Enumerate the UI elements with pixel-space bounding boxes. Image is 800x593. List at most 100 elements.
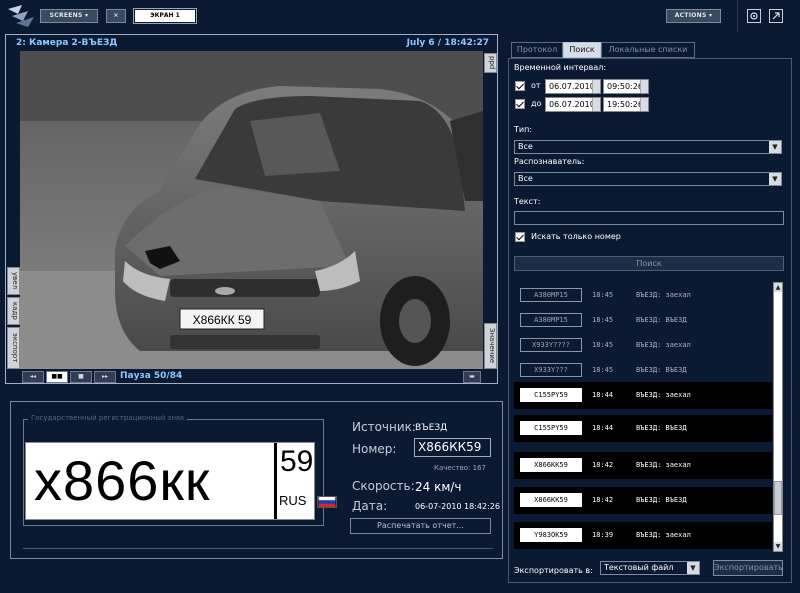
export-format-select[interactable]: Текстовый файл ▼	[600, 561, 700, 575]
list-item[interactable]: X866KK59 18:42 ВЪЕЗД: заехал	[514, 452, 772, 479]
search-panel: Протокол Поиск Локальные списки Временно…	[508, 38, 792, 583]
result-plate: X933Y???	[520, 363, 582, 377]
results-scrollbar[interactable]: ▲ ▼	[773, 282, 783, 552]
tab-ppd[interactable]: ppd	[484, 53, 497, 73]
to-label: до	[531, 99, 542, 108]
toolbar-divider	[737, 0, 738, 32]
export-button[interactable]: Экспортировать	[713, 560, 783, 576]
list-item[interactable]: C155PY59 18:44 ВЪЕЗД: заехал	[514, 382, 772, 409]
list-item[interactable]: A380MP15 18:45 ВЪЕЗД: заехал	[514, 282, 772, 309]
screens-label: SCREENS	[49, 12, 83, 19]
tab-value[interactable]: Значение	[484, 323, 497, 369]
only-number-checkbox[interactable]	[515, 232, 525, 242]
chevron-down-icon: ▼	[687, 562, 699, 574]
minimize-video-button[interactable]: ▬	[463, 371, 481, 383]
type-select[interactable]: Все ▼	[514, 140, 782, 154]
rewind-button[interactable]: ◂◂	[22, 371, 44, 383]
result-event: ВЪЕЗД: заехал	[636, 341, 691, 349]
list-item[interactable]: X866KK59 18:42 ВЪЕЗД: ВЪЕЗД	[514, 487, 772, 514]
tab-search[interactable]: Поиск	[563, 42, 601, 58]
settings-icon[interactable]	[747, 9, 761, 23]
to-date-field[interactable]: 06.07.2010	[545, 97, 601, 112]
actions-menu-button[interactable]: ACTIONS ▾	[666, 9, 721, 23]
plate-group-title: Государственный регистрационный знак	[28, 414, 188, 422]
result-plate: Y983OK59	[520, 528, 582, 542]
tab-zoom[interactable]: увел	[7, 267, 20, 295]
text-search-input[interactable]	[514, 211, 784, 225]
camera-view-panel: 2: Камера 2-ВЪЕЗД July 6 / 18:42:27 Х866…	[5, 34, 498, 384]
scrollbar-thumb[interactable]	[774, 481, 782, 515]
number-label: Номер:	[352, 442, 397, 456]
search-button[interactable]: Поиск	[514, 256, 784, 271]
source-label: Источник:	[352, 420, 416, 434]
tab-protocol[interactable]: Протокол	[511, 42, 563, 58]
info-divider	[23, 548, 493, 549]
recognizer-label: Распознаватель:	[514, 157, 585, 166]
result-event: ВЪЕЗД: ВЪЕЗД	[636, 366, 687, 374]
scene-plate-text: Х866КК 59	[193, 313, 252, 327]
export-label: Экспортировать в:	[514, 566, 593, 575]
export-format-value: Текстовый файл	[604, 563, 674, 572]
result-time: 18:45	[592, 316, 614, 324]
to-time-value: 19:50:26	[607, 100, 643, 109]
from-checkbox[interactable]	[515, 81, 525, 91]
screens-menu-button[interactable]: SCREENS ▾	[40, 9, 98, 23]
result-event: ВЪЕЗД: заехал	[636, 461, 691, 469]
list-item[interactable]: X933Y???? 18:45 ВЪЕЗД: заехал	[514, 332, 772, 359]
list-item[interactable]: C155PY59 18:44 ВЪЕЗД: ВЪЕЗД	[514, 415, 772, 442]
number-field[interactable]: Х866КК59	[414, 438, 491, 457]
from-date-value: 06.07.2010	[549, 82, 595, 91]
camera-frame-image[interactable]: Х866КК 59	[20, 51, 483, 369]
print-report-button[interactable]: Распечатать отчет...	[350, 518, 491, 534]
chevron-down-icon: ▼	[769, 173, 781, 185]
plate-region-text: 59	[280, 445, 314, 478]
text-label: Текст:	[514, 197, 541, 206]
result-plate: A380MP15	[520, 288, 582, 302]
from-date-field[interactable]: 06.07.2010	[545, 79, 601, 94]
only-number-label: Искать только номер	[531, 232, 621, 241]
actions-label: ACTIONS	[674, 12, 707, 19]
from-time-value: 09:50:26	[607, 82, 643, 91]
result-time: 18:39	[592, 531, 614, 539]
result-event: ВЪЕЗД: заехал	[636, 291, 691, 299]
date-label: Дата:	[352, 499, 388, 513]
plate-main-text: х866кк	[34, 449, 211, 512]
to-date-value: 06.07.2010	[549, 100, 595, 109]
pause-button[interactable]: ■■	[46, 371, 68, 383]
recognizer-select-value: Все	[518, 174, 533, 183]
car-snapshot: Х866КК 59	[20, 51, 483, 369]
to-date-spinner[interactable]	[592, 98, 600, 111]
scroll-down-icon[interactable]: ▼	[774, 542, 782, 551]
stop-button[interactable]: ■	[70, 371, 92, 383]
date-value: 06-07-2010 18:42:26	[415, 502, 500, 511]
to-time-spinner[interactable]	[640, 98, 648, 111]
list-item[interactable]: X933Y??? 18:45 ВЪЕЗД: ВЪЕЗД	[514, 357, 772, 384]
result-time: 18:44	[592, 424, 614, 432]
close-screen-button[interactable]: ×	[106, 9, 126, 23]
tab-local-lists[interactable]: Локальные списки	[601, 42, 695, 58]
list-item[interactable]: A380MP15 18:45 ВЪЕЗД: ВЪЕЗД	[514, 307, 772, 334]
to-time-field[interactable]: 19:50:26	[603, 97, 649, 112]
from-date-spinner[interactable]	[592, 80, 600, 93]
scroll-up-icon[interactable]: ▲	[774, 283, 782, 292]
fast-forward-button[interactable]: ▸▸	[94, 371, 116, 383]
from-time-field[interactable]: 09:50:26	[603, 79, 649, 94]
list-item[interactable]: Y983OK59 18:39 ВЪЕЗД: заехал	[514, 522, 772, 549]
result-event: ВЪЕЗД: заехал	[636, 531, 691, 539]
tab-frame[interactable]: кадр	[7, 297, 20, 325]
result-plate: C155PY59	[520, 388, 582, 402]
expand-window-icon[interactable]	[769, 9, 783, 23]
screen-tab[interactable]: ЭКРАН 1	[133, 8, 197, 24]
to-checkbox[interactable]	[515, 99, 525, 109]
result-plate: X866KK59	[520, 458, 582, 472]
camera-header: 2: Камера 2-ВЪЕЗД July 6 / 18:42:27	[6, 35, 497, 51]
tab-export[interactable]: экспорт	[7, 327, 20, 369]
type-label: Тип:	[514, 125, 533, 134]
from-time-spinner[interactable]	[640, 80, 648, 93]
playback-controls: ◂◂ ■■ ■ ▸▸ Пауза 50/84 ▬	[20, 371, 483, 384]
recognizer-select[interactable]: Все ▼	[514, 172, 782, 186]
result-time: 18:42	[592, 461, 614, 469]
result-plate: C155PY59	[520, 421, 582, 435]
from-label: от	[531, 81, 541, 90]
result-event: ВЪЕЗД: ВЪЕЗД	[636, 316, 687, 324]
